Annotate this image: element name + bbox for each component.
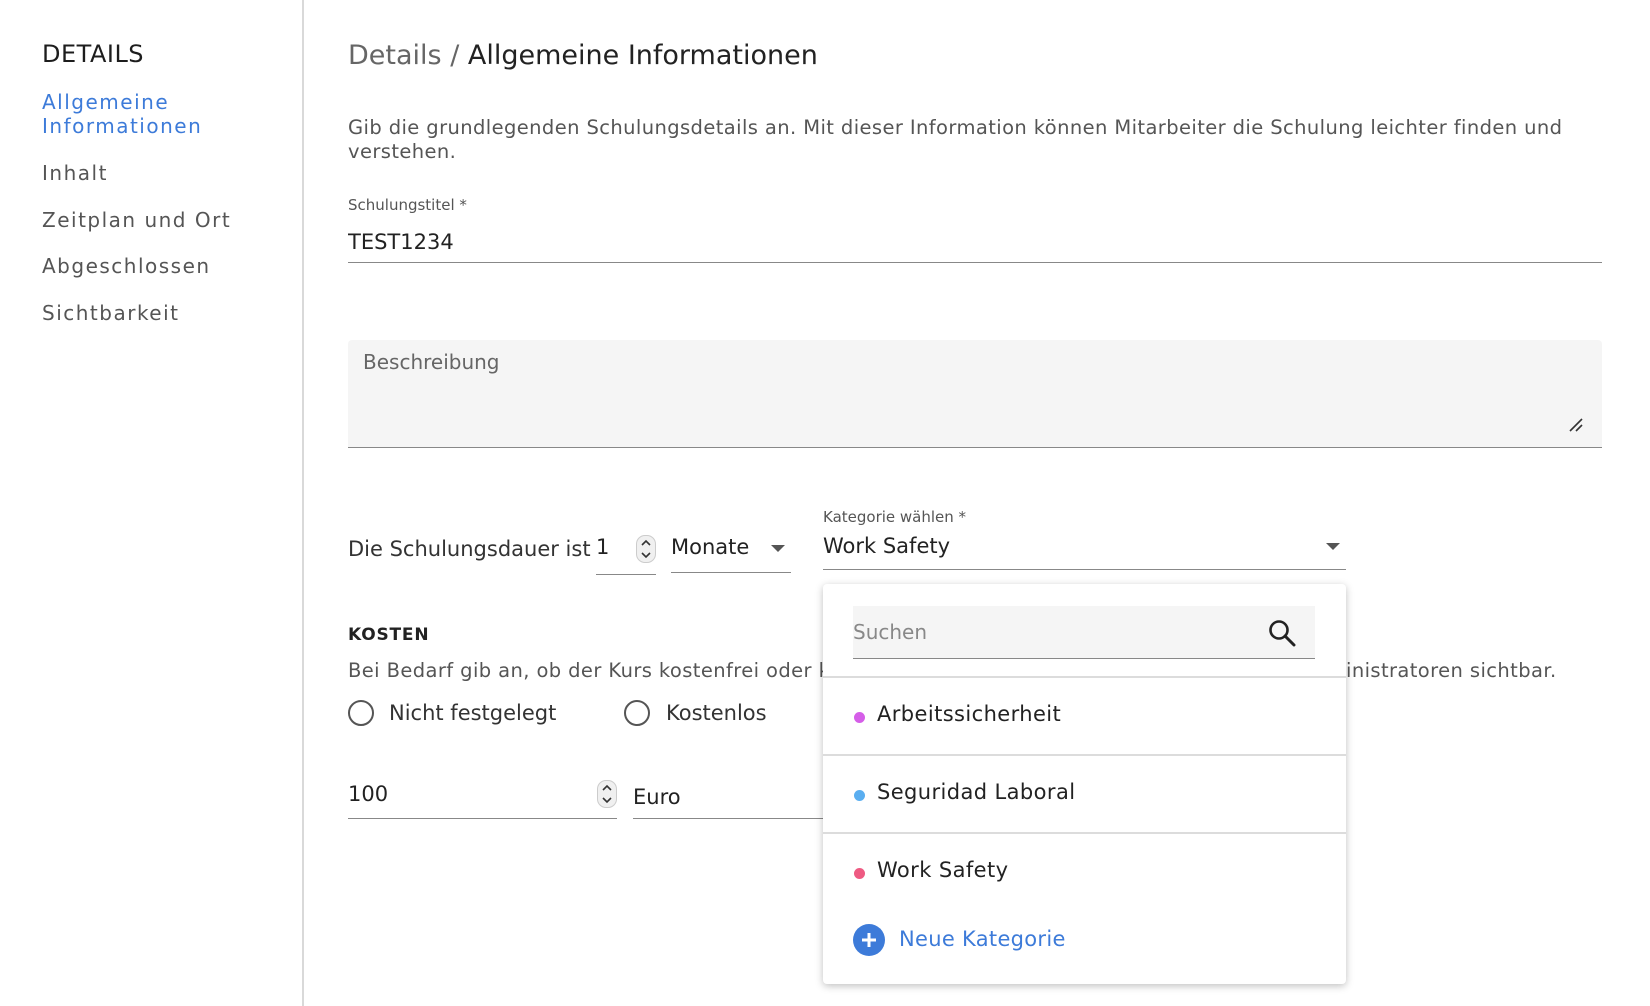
category-value: Work Safety (823, 534, 951, 558)
category-option-seguridad-laboral[interactable]: Seguridad Laboral (823, 756, 1346, 832)
sidebar-item-label: Informationen (42, 114, 203, 138)
category-color-dot (854, 790, 865, 801)
duration-unit-select[interactable]: Monate (671, 531, 791, 573)
breadcrumb-separator: / (441, 40, 468, 71)
description-field[interactable] (348, 340, 1602, 448)
plus-icon (853, 924, 885, 956)
duration-label: Die Schulungsdauer ist (348, 537, 591, 561)
chevron-down-icon (771, 545, 785, 552)
cost-amount-stepper[interactable] (597, 780, 617, 808)
stepper-arrows-icon (641, 539, 651, 559)
cost-amount-input[interactable]: 100 (348, 778, 617, 819)
costs-description-right: inistratoren sichtbar. (1346, 659, 1557, 682)
sidebar-item-zeitplan-und-ort[interactable]: Zeitplan und Ort (42, 208, 231, 232)
duration-stepper[interactable] (636, 535, 656, 563)
category-search-field[interactable] (853, 606, 1315, 659)
sidebar-item-abgeschlossen[interactable]: Abgeschlossen (42, 254, 211, 278)
sidebar-title: DETAILS (42, 40, 145, 68)
costs-description-left: Bei Bedarf gib an, ob der Kurs kostenfre… (348, 659, 831, 682)
description-textarea[interactable] (363, 350, 1563, 430)
category-label: Kategorie wählen * (823, 508, 967, 526)
category-option-label: Work Safety (877, 858, 1009, 882)
radio-not-set-label[interactable]: Nicht festgelegt (389, 701, 556, 725)
category-search-input[interactable] (853, 618, 1253, 646)
duration-input[interactable]: 1 (596, 531, 656, 575)
search-icon[interactable] (1267, 618, 1297, 648)
duration-value: 1 (596, 535, 610, 559)
chevron-down-icon (1326, 543, 1340, 550)
currency-value: Euro (633, 785, 681, 809)
cost-amount-value: 100 (348, 782, 389, 806)
resize-handle-icon[interactable] (1568, 417, 1584, 433)
title-field-label: Schulungstitel * (348, 196, 467, 214)
category-select[interactable]: Work Safety (823, 531, 1346, 570)
title-input[interactable] (348, 222, 1602, 263)
radio-free[interactable] (624, 700, 650, 726)
sidebar-item-sichtbarkeit[interactable]: Sichtbarkeit (42, 301, 180, 325)
category-option-label: Seguridad Laboral (877, 780, 1076, 804)
radio-not-set[interactable] (348, 700, 374, 726)
category-color-dot (854, 712, 865, 723)
breadcrumb-parent[interactable]: Details (348, 40, 442, 71)
sidebar-item-inhalt[interactable]: Inhalt (42, 161, 108, 185)
sidebar: DETAILS Allgemeine Informationen Inhalt … (0, 0, 304, 1006)
stepper-arrows-icon (602, 784, 612, 804)
intro-text: Gib die grundlegenden Schulungsdetails a… (348, 116, 1563, 163)
category-option-label: Arbeitssicherheit (877, 702, 1062, 726)
category-color-dot (854, 868, 865, 879)
category-dropdown: Arbeitssicherheit Seguridad Laboral Work… (823, 584, 1346, 984)
category-option-arbeitssicherheit[interactable]: Arbeitssicherheit (823, 678, 1346, 754)
breadcrumb: Details / Allgemeine Informationen (348, 40, 818, 71)
costs-section-title: KOSTEN (348, 625, 430, 645)
sidebar-item-allgemeine-informationen[interactable]: Allgemeine Informationen (42, 90, 202, 138)
radio-free-label[interactable]: Kostenlos (666, 701, 767, 725)
breadcrumb-current: Allgemeine Informationen (467, 40, 818, 71)
new-category-label: Neue Kategorie (899, 927, 1066, 951)
currency-select[interactable]: Euro (633, 783, 833, 819)
category-option-work-safety[interactable]: Work Safety (823, 834, 1346, 910)
sidebar-item-label: Allgemeine (42, 90, 170, 114)
duration-unit-value: Monate (671, 535, 750, 559)
